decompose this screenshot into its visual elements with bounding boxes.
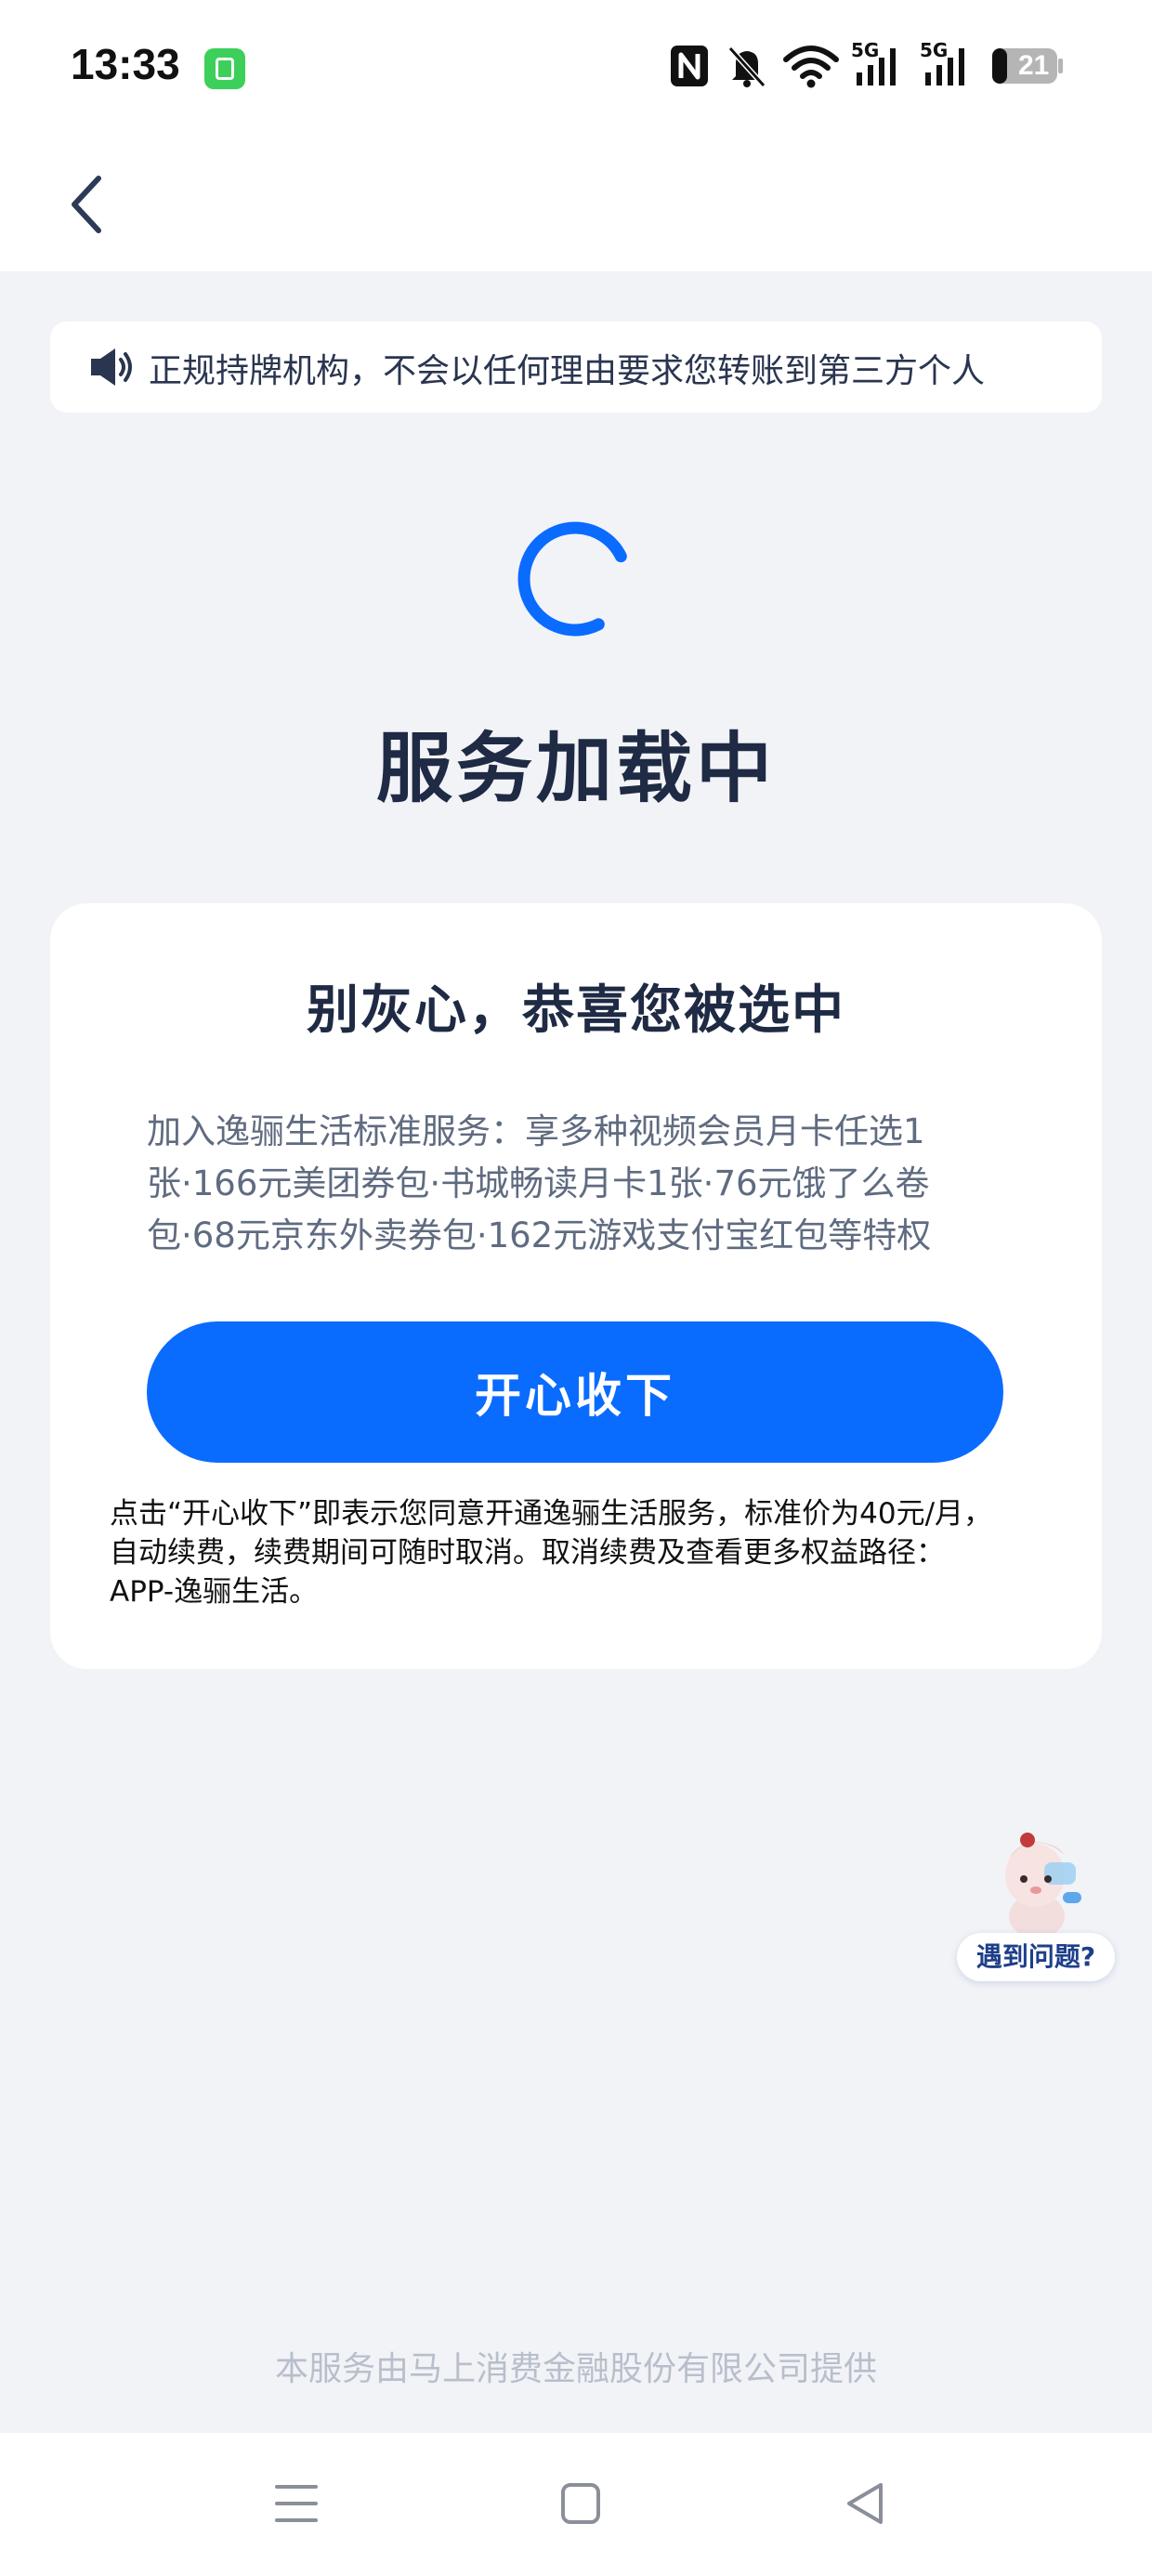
help-float-button[interactable]: 遇到问题? <box>957 1831 1115 1989</box>
offer-description: 加入逸骊生活标准服务：享多种视频会员月卡任选1 张·166元美团券包·书城畅读月… <box>147 1106 1009 1262</box>
status-bar: 13:33 5G 5G 21 <box>0 0 1152 139</box>
battery-level: 21 <box>1018 50 1050 81</box>
terms-text: 点击“开心收下”即表示您同意开通逸骊生活服务，标准价为40元/月， 自动续费，续… <box>110 1494 1048 1611</box>
signal-icon <box>925 48 964 85</box>
status-icons: 5G 5G 21 <box>669 39 1087 95</box>
menu-icon[interactable] <box>273 2477 320 2530</box>
loading-spinner-icon <box>517 521 633 637</box>
description-line: 包·68元京东外卖券包·162元游戏支付宝红包等特权 <box>147 1216 932 1255</box>
back-nav-icon[interactable] <box>842 2477 888 2530</box>
system-nav-bar <box>0 2433 1152 2576</box>
mute-icon <box>727 46 766 88</box>
offer-card: 别灰心，恭喜您被选中 加入逸骊生活标准服务：享多种视频会员月卡任选1 张·166… <box>50 903 1102 1669</box>
wifi-icon <box>783 46 839 88</box>
chevron-left-icon <box>72 176 101 233</box>
home-icon[interactable] <box>557 2477 604 2530</box>
security-notice: 正规持牌机构，不会以任何理由要求您转账到第三方个人 <box>50 322 1102 413</box>
back-button[interactable] <box>56 167 121 242</box>
terms-line: APP-逸骊生活。 <box>110 1575 319 1609</box>
nfc-icon <box>671 46 708 86</box>
help-label: 遇到问题? <box>957 1933 1115 1981</box>
mascot-icon <box>1005 1833 1081 1939</box>
signal-icon <box>857 48 896 85</box>
description-line: 加入逸骊生活标准服务：享多种视频会员月卡任选1 <box>147 1111 925 1151</box>
status-time: 13:33 <box>71 40 180 88</box>
notice-text: 正规持牌机构，不会以任何理由要求您转账到第三方个人 <box>149 352 986 390</box>
description-line: 张·166元美团券包·书城畅读月卡1张·76元饿了么卷 <box>147 1163 930 1203</box>
offer-title: 别灰心，恭喜您被选中 <box>307 980 845 1041</box>
speaker-icon <box>91 348 132 386</box>
app-notification-icon <box>204 48 245 89</box>
terms-line: 自动续费，续费期间可随时取消。取消续费及查看更多权益路径： <box>110 1536 945 1570</box>
accept-offer-button[interactable]: 开心收下 <box>147 1321 1003 1463</box>
provider-note: 本服务由马上消费金融股份有限公司提供 <box>274 2350 877 2388</box>
terms-line: 点击“开心收下”即表示您同意开通逸骊生活服务，标准价为40元/月， <box>110 1497 993 1531</box>
nav-bar <box>0 139 1152 271</box>
loading-title: 服务加载中 <box>375 725 776 813</box>
